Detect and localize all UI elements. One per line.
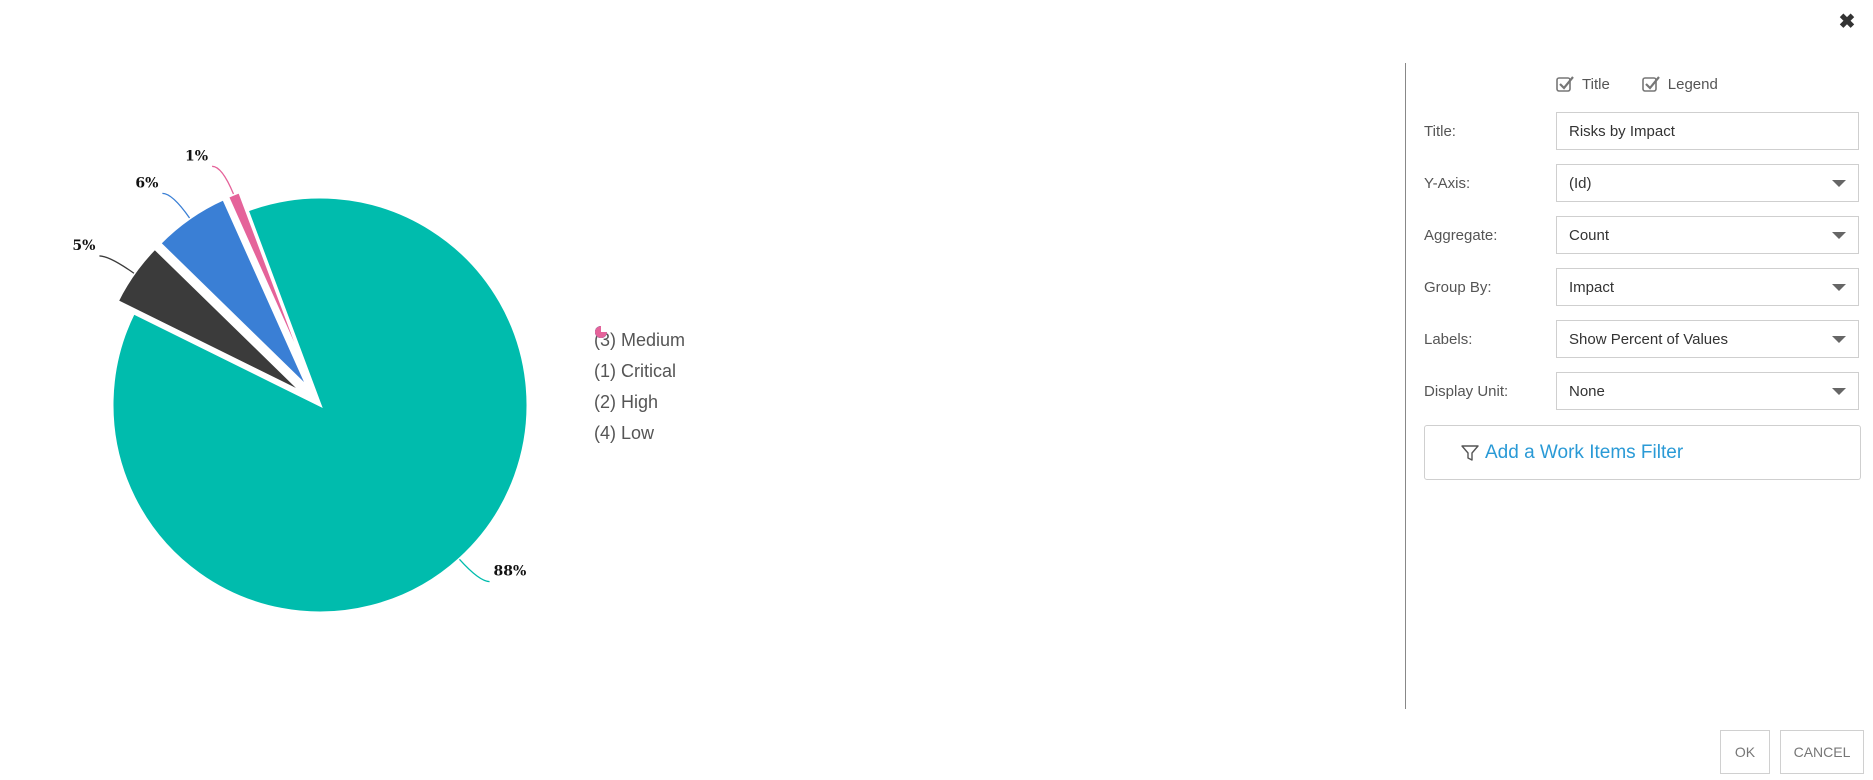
panel-divider <box>1405 63 1406 709</box>
legend-label: (1) Critical <box>594 361 677 381</box>
ok-button[interactable]: OK <box>1720 730 1770 774</box>
chart-settings-dialog: ✖ 88% 5% 6% 1% (3) Medium (1) Critical (… <box>0 0 1873 780</box>
legend-label: (4) Low <box>594 423 655 443</box>
chevron-down-icon <box>1832 336 1846 343</box>
aggregate-select[interactable]: Count <box>1556 216 1859 254</box>
aggregate-label: Aggregate: <box>1424 226 1498 244</box>
chart-legend: (3) Medium (1) Critical (2) High (4) Low <box>594 325 685 449</box>
title-input-value: Risks by Impact <box>1569 122 1675 140</box>
aggregate-row: Aggregate: Count <box>1424 209 1861 261</box>
cancel-button[interactable]: CANCEL <box>1780 730 1864 774</box>
pie-data-label: 5% <box>72 238 95 254</box>
pie-label-connector <box>162 192 191 219</box>
group-by-row: Group By: Impact <box>1424 261 1861 313</box>
pie-chart: 88% 5% 6% 1% <box>72 148 530 615</box>
legend-label: (2) High <box>594 392 659 412</box>
checkbox-checked-icon <box>1556 76 1574 92</box>
y-axis-value: (Id) <box>1569 174 1592 192</box>
y-axis-label: Y-Axis: <box>1424 174 1471 192</box>
legend-checkbox-label: Legend <box>1667 75 1718 93</box>
chevron-down-icon <box>1832 180 1846 187</box>
group-by-value: Impact <box>1569 278 1615 296</box>
chevron-down-icon <box>1832 388 1846 395</box>
labels-row: Labels: Show Percent of Values <box>1424 313 1861 365</box>
group-by-label: Group By: <box>1424 278 1492 296</box>
display-unit-label: Display Unit: <box>1424 382 1509 400</box>
title-row: Title: Risks by Impact <box>1424 105 1861 157</box>
legend-pie-icon <box>595 325 608 338</box>
display-options: Title Legend <box>1424 63 1861 105</box>
close-icon[interactable]: ✖ <box>1837 12 1857 32</box>
checkbox-checked-icon <box>1641 76 1660 92</box>
pie-label-connector <box>458 558 490 583</box>
pie-label-connector <box>212 165 235 195</box>
chevron-down-icon <box>1832 232 1846 239</box>
aggregate-value: Count <box>1569 226 1610 244</box>
title-checkbox-label: Title <box>1582 75 1610 93</box>
labels-select[interactable]: Show Percent of Values <box>1556 320 1859 358</box>
settings-panel: Title Legend Title: Risks by Impact Y-Ax… <box>1424 63 1861 480</box>
y-axis-select[interactable]: (Id) <box>1556 164 1859 202</box>
pie-data-label: 6% <box>135 175 158 191</box>
add-filter-label: Add a Work Items Filter <box>1485 441 1684 463</box>
group-by-select[interactable]: Impact <box>1556 268 1859 306</box>
title-input[interactable]: Risks by Impact <box>1556 112 1859 150</box>
add-filter-button[interactable]: Add a Work Items Filter <box>1424 425 1861 480</box>
display-unit-select[interactable]: None <box>1556 372 1859 410</box>
pie-data-label: 1% <box>185 148 208 164</box>
pie-label-connector <box>99 255 135 274</box>
title-field-label: Title: <box>1424 122 1456 140</box>
legend-item[interactable]: (2) High <box>594 325 685 418</box>
pie-data-label: 88% <box>494 564 527 580</box>
legend-checkbox[interactable]: Legend <box>1641 75 1718 93</box>
legend-item[interactable]: (1) Critical <box>594 325 685 387</box>
labels-label: Labels: <box>1424 330 1473 348</box>
chevron-down-icon <box>1832 284 1846 291</box>
y-axis-row: Y-Axis: (Id) <box>1424 157 1861 209</box>
title-checkbox[interactable]: Title <box>1556 75 1610 93</box>
labels-value: Show Percent of Values <box>1569 330 1728 348</box>
chart-area: 88% 5% 6% 1% (3) Medium (1) Critical (2)… <box>0 0 1400 700</box>
display-unit-row: Display Unit: None <box>1424 365 1861 417</box>
legend-item[interactable]: (4) Low <box>594 325 685 449</box>
display-unit-value: None <box>1569 382 1605 400</box>
filter-icon <box>1461 444 1479 461</box>
